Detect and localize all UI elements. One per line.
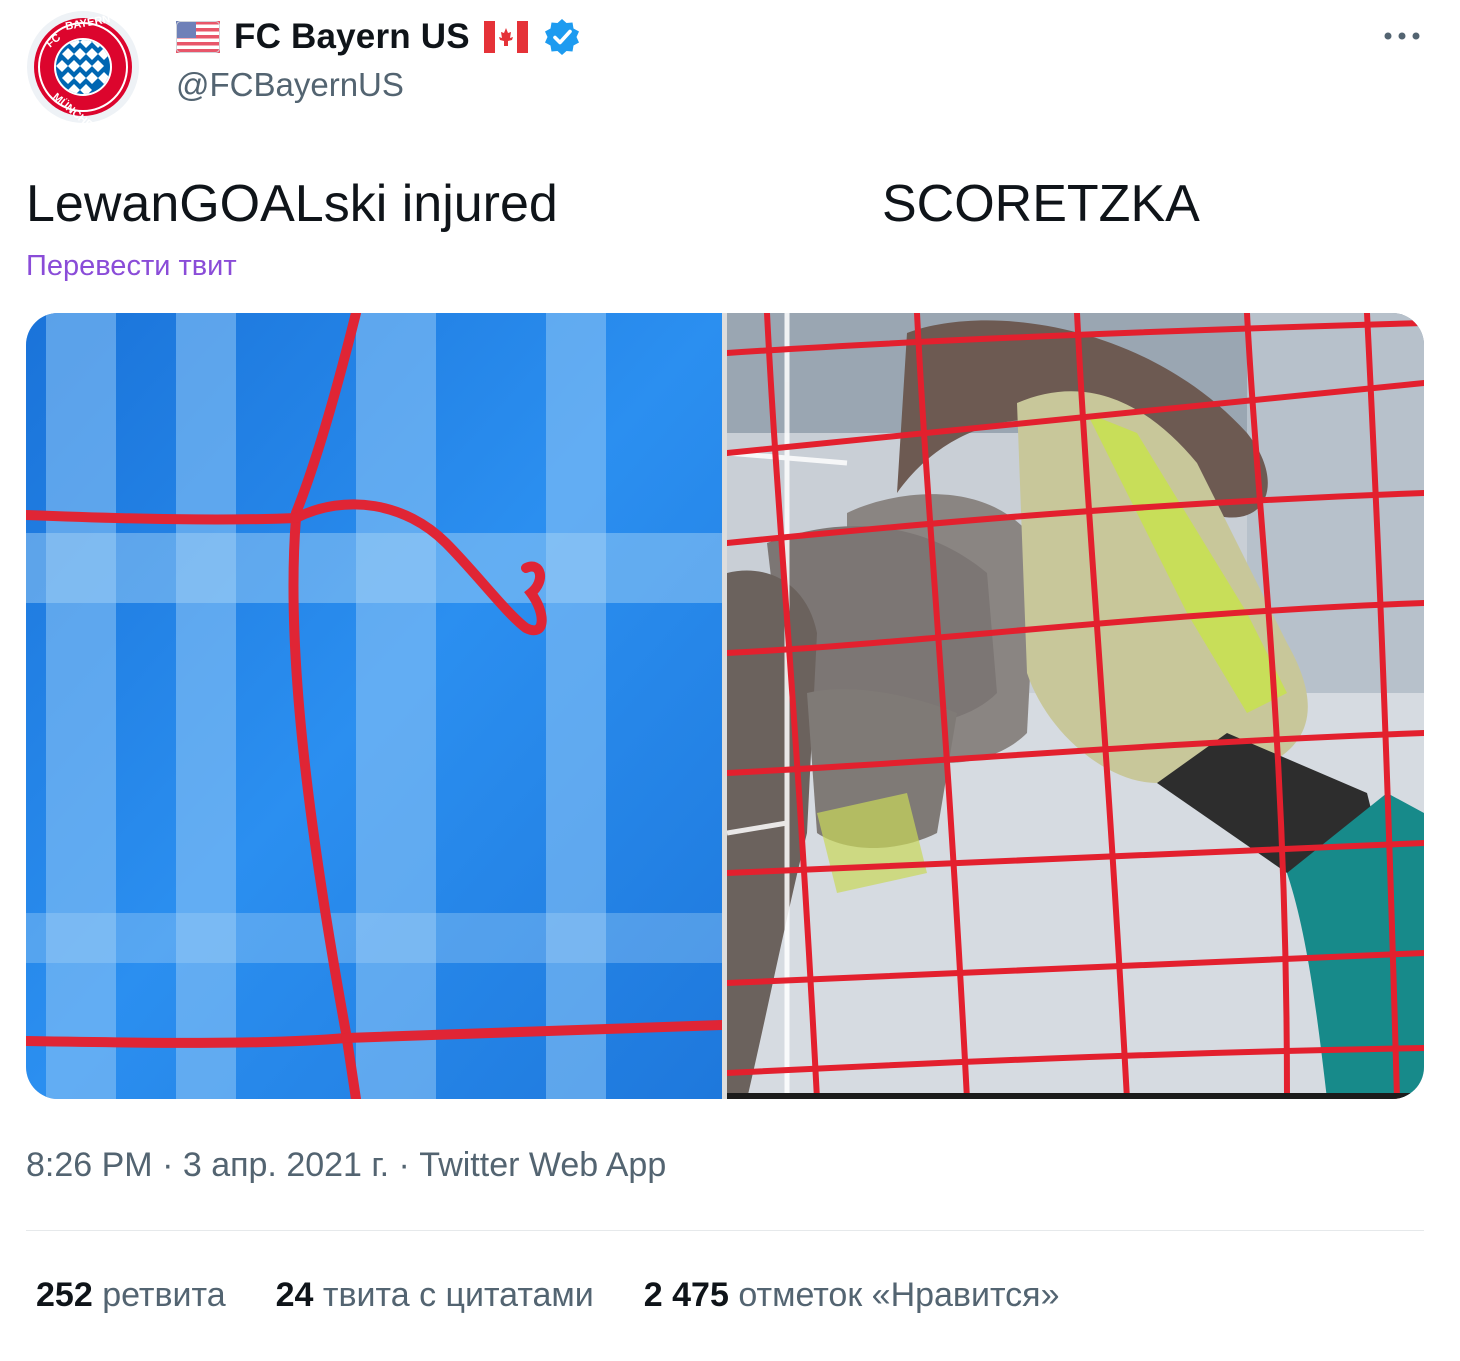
- media-photo-left[interactable]: [26, 313, 722, 1099]
- likes-label: отметок «Нравится»: [738, 1276, 1060, 1314]
- canada-flag-icon: [483, 21, 528, 53]
- display-name[interactable]: FC Bayern US: [234, 17, 470, 57]
- tweet-text-left: LewanGOALski injured: [26, 175, 558, 233]
- goalkeeper-gloves-in-net-photo: [727, 313, 1424, 1099]
- divider: [26, 1230, 1424, 1231]
- author-handle[interactable]: @FCBayernUS: [176, 66, 404, 104]
- author-name-row[interactable]: FC Bayern US: [176, 14, 582, 60]
- quote-tweets-stat[interactable]: 24 твита с цитатами: [276, 1276, 594, 1315]
- retweets-label: ретвита: [102, 1276, 226, 1314]
- us-flag-icon: [176, 21, 220, 53]
- quote-tweets-label: твита с цитатами: [322, 1276, 594, 1314]
- tweet-media[interactable]: [26, 313, 1424, 1099]
- tweet-stats: 252 ретвита 24 твита с цитатами 2 475 от…: [36, 1276, 1060, 1315]
- retweets-stat[interactable]: 252 ретвита: [36, 1276, 226, 1315]
- tweet-header: FC BAYERN MÜNCHEN FC Bayern US @FCBayern…: [0, 0, 1460, 130]
- more-dots-icon: [1384, 32, 1420, 40]
- tweet-text-right: SCORETZKA: [882, 175, 1200, 233]
- avatar[interactable]: FC BAYERN MÜNCHEN: [26, 10, 140, 124]
- tweet-timestamp-source[interactable]: 8:26 PM · 3 апр. 2021 г. · Twitter Web A…: [26, 1146, 666, 1185]
- media-photo-right[interactable]: [727, 313, 1424, 1099]
- quote-tweets-count: 24: [275, 1276, 314, 1314]
- likes-count: 2 475: [643, 1276, 729, 1314]
- likes-stat[interactable]: 2 475 отметок «Нравится»: [644, 1276, 1060, 1315]
- net-broken-strand-photo: [26, 313, 722, 1099]
- fc-bayern-logo-icon: FC BAYERN MÜNCHEN: [27, 11, 139, 124]
- retweets-count: 252: [36, 1276, 93, 1314]
- more-options-button[interactable]: [1378, 16, 1426, 56]
- translate-tweet-link[interactable]: Перевести твит: [26, 250, 237, 283]
- verified-badge-icon: [544, 19, 579, 55]
